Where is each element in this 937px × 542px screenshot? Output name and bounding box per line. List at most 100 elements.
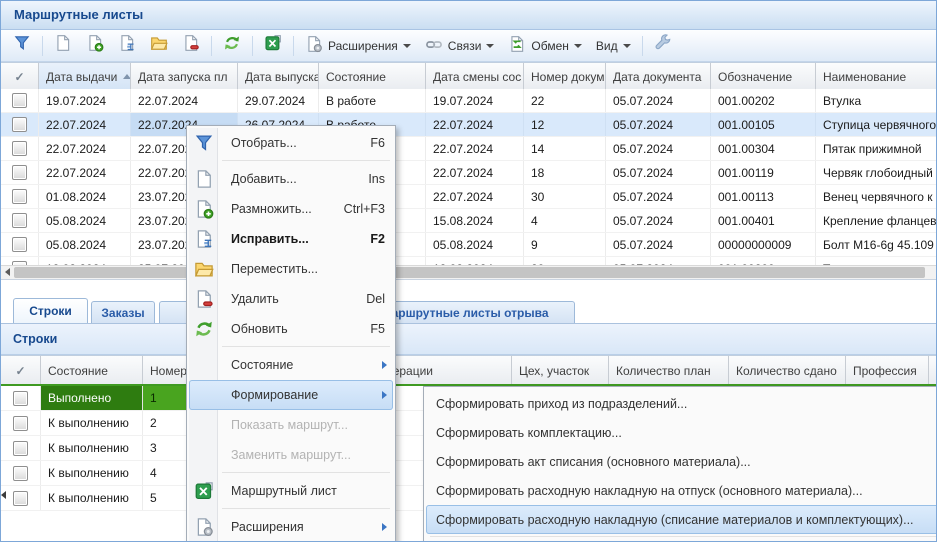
add-button[interactable] [47, 34, 79, 58]
filter-button[interactable] [6, 34, 38, 58]
table-cell: 05.08.2024 [39, 209, 131, 232]
bottom-grid-column-header[interactable]: Цех, участок [512, 356, 609, 385]
select-all-header[interactable]: ✓ [1, 63, 39, 90]
context-menu-item[interactable]: Маршрутный лист [189, 476, 393, 506]
menu-item-shortcut: F6 [354, 136, 385, 150]
refresh-button[interactable] [216, 34, 248, 58]
table-row[interactable]: 22.07.202422.07.202422.07.20241805.07.20… [1, 161, 937, 185]
top-grid-column-header[interactable]: Дата запуска пл [131, 63, 238, 90]
table-row[interactable]: 19.07.202422.07.202429.07.2024В работе19… [1, 89, 937, 113]
row-checkbox[interactable] [12, 213, 27, 228]
top-grid-column-header[interactable]: Состояние [319, 63, 426, 90]
move-folder-icon [194, 259, 214, 279]
table-cell: 20 [524, 257, 606, 265]
main-toolbar: Расширения Связи Обмен Вид [1, 30, 936, 62]
select-all-header[interactable]: ✓ [1, 356, 41, 385]
table-row[interactable]: 22.07.202422.07.202422.07.20241405.07.20… [1, 137, 937, 161]
row-checkbox[interactable] [12, 141, 27, 156]
table-cell: Крепление фланцев [816, 209, 937, 232]
top-grid-column-header[interactable]: Обозначение [711, 63, 816, 90]
row-checkbox[interactable] [12, 117, 27, 132]
state-cell: К выполнению [41, 486, 143, 510]
row-checkbox[interactable] [13, 491, 28, 506]
menu-item-label: Расширения [231, 520, 304, 534]
excel-icon [264, 34, 282, 57]
submenu-item[interactable]: Сформировать приход из подразделений... [426, 389, 937, 418]
top-grid-hscrollbar[interactable] [1, 265, 936, 280]
row-checkbox[interactable] [13, 391, 28, 406]
tab-строки[interactable]: Строки [13, 298, 88, 323]
context-menu-item[interactable]: Добавить...Ins [189, 164, 393, 194]
row-checkbox[interactable] [13, 441, 28, 456]
context-menu-item: Заменить маршрут... [189, 440, 393, 470]
table-cell: 14 [524, 137, 606, 160]
chevron-down-icon [486, 44, 494, 48]
submenu-item[interactable]: Сформировать расходную накладную на отпу… [426, 476, 937, 505]
splitter-collapse-icon[interactable] [1, 489, 9, 500]
menu-item-shortcut: Ctrl+F3 [328, 202, 385, 216]
bottom-grid-column-header[interactable]: Количество сдано [729, 356, 846, 385]
table-row[interactable]: 05.08.202423.07.202415.08.2024405.07.202… [1, 209, 937, 233]
toolbar-dropdown-label: Расширения [328, 39, 398, 53]
bottom-grid-column-header[interactable]: Состояние [41, 356, 143, 385]
row-checkbox[interactable] [12, 237, 27, 252]
duplicate-button[interactable] [79, 34, 111, 58]
top-grid-column-header[interactable]: Дата выпуска [238, 63, 319, 90]
submenu-item[interactable]: Сформировать расходную накладную (списан… [426, 505, 937, 534]
edit-button[interactable] [111, 34, 143, 58]
context-menu-item[interactable]: Переместить... [189, 254, 393, 284]
extensions-dropdown[interactable]: Расширения [298, 34, 418, 58]
table-row[interactable]: 12.08.202425.07.202412.08.20242005.07.20… [1, 257, 937, 265]
row-checkbox[interactable] [13, 466, 28, 481]
top-grid-column-header[interactable]: Дата смены сос [426, 63, 524, 90]
context-menu-item[interactable]: Формирование [189, 380, 393, 410]
context-menu-item[interactable]: Размножить...Ctrl+F3 [189, 194, 393, 224]
toolbar-dropdown-label: Вид [596, 39, 618, 53]
top-grid-column-header[interactable]: Дата документа [606, 63, 711, 90]
context-menu-item[interactable]: УдалитьDel [189, 284, 393, 314]
excel-export-button[interactable] [257, 34, 289, 58]
context-menu-item[interactable]: Исправить...F2 [189, 224, 393, 254]
bottom-grid-column-header[interactable]: Количество план [609, 356, 729, 385]
submenu-item[interactable]: Сформировать комплектацию... [426, 418, 937, 447]
context-menu-item[interactable]: Состояние [189, 350, 393, 380]
table-cell: 05.08.2024 [426, 233, 524, 256]
customize-button[interactable] [647, 34, 679, 58]
toolbar-separator [42, 36, 43, 56]
menu-item-label: Состояние [231, 358, 293, 372]
refresh-icon [194, 319, 214, 339]
row-checkbox[interactable] [12, 189, 27, 204]
checkbox-cell [1, 209, 39, 232]
row-checkbox[interactable] [12, 165, 27, 180]
row-checkbox[interactable] [13, 416, 28, 431]
table-row[interactable]: 01.08.202423.07.202422.07.20243005.07.20… [1, 185, 937, 209]
top-grid-column-header[interactable]: Дата выдачи [39, 63, 131, 90]
table-row[interactable]: 22.07.202422.07.202426.07.2024В работе22… [1, 113, 937, 137]
bottom-grid-column-label: Номер [150, 364, 187, 378]
submenu-item[interactable]: Сформировать акт списания (основного мат… [426, 447, 937, 476]
table-cell: 001.00202 [711, 89, 816, 112]
chevron-down-icon [403, 44, 411, 48]
table-row[interactable]: 05.08.202423.07.202405.08.2024905.07.202… [1, 233, 937, 257]
hscroll-thumb[interactable] [14, 267, 925, 278]
toolbar-dropdown-label: Обмен [531, 39, 569, 53]
add-document-icon [194, 169, 214, 189]
context-menu-item[interactable]: Отобрать...F6 [189, 128, 393, 158]
context-menu-item[interactable]: Расширения [189, 512, 393, 542]
section-header: Строки [1, 324, 936, 355]
scroll-left-arrow-icon[interactable] [1, 266, 14, 278]
bottom-grid-column-header[interactable]: Профессия [846, 356, 929, 385]
exchange-dropdown[interactable]: Обмен [501, 34, 589, 58]
checkbox-cell [1, 233, 39, 256]
context-menu-item[interactable]: ОбновитьF5 [189, 314, 393, 344]
wrench-icon [654, 34, 672, 57]
delete-button[interactable] [175, 34, 207, 58]
top-grid-column-header[interactable]: Наименование [816, 63, 937, 90]
move-button[interactable] [143, 34, 175, 58]
links-dropdown[interactable]: Связи [418, 34, 502, 58]
tab-заказы[interactable]: Заказы [91, 301, 155, 323]
table-cell: 05.07.2024 [606, 89, 711, 112]
top-grid-column-header[interactable]: Номер докум [524, 63, 606, 90]
view-dropdown[interactable]: Вид [589, 34, 638, 58]
row-checkbox[interactable] [12, 93, 27, 108]
